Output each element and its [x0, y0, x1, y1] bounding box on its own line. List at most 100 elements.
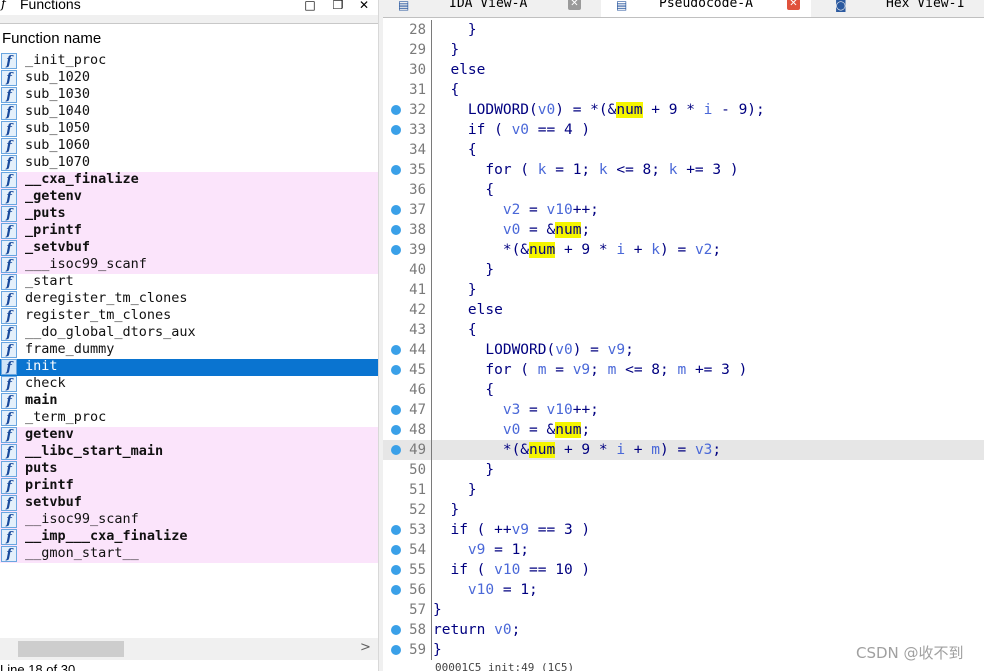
code-line[interactable]: 41 } — [383, 280, 984, 300]
function-list-item[interactable]: f _setvbuf — [0, 239, 378, 257]
code-line[interactable]: 45 for ( m = v9; m <= 8; m += 3 ) — [383, 360, 984, 380]
horizontal-scrollbar[interactable]: > — [0, 638, 378, 660]
function-list-item[interactable]: f ___isoc99_scanf — [0, 256, 378, 274]
code-line[interactable]: 54 v9 = 1; — [383, 540, 984, 560]
function-list-item[interactable]: f _puts — [0, 205, 378, 223]
restore-icon[interactable]: ❐ — [330, 0, 346, 12]
function-list-item[interactable]: f register_tm_clones — [0, 307, 378, 325]
code-line[interactable]: 50 } — [383, 460, 984, 480]
breakpoint-dot-icon[interactable] — [391, 625, 401, 635]
code-line[interactable]: 51 } — [383, 480, 984, 500]
function-list-item[interactable]: f frame_dummy — [0, 341, 378, 359]
close-icon[interactable]: ✕ — [356, 0, 372, 12]
code-line[interactable]: 28 } — [383, 20, 984, 40]
code-line[interactable]: 40 } — [383, 260, 984, 280]
function-list-item[interactable]: f sub_1040 — [0, 103, 378, 121]
function-list-item[interactable]: f _start — [0, 273, 378, 291]
code-line[interactable]: 48 v0 = &num; — [383, 420, 984, 440]
tab-ida-view-a[interactable]: ▤ IDA View-A ✕ — [383, 0, 581, 17]
close-icon[interactable]: ✕ — [568, 0, 581, 10]
function-list-item[interactable]: f __isoc99_scanf — [0, 511, 378, 529]
function-list-item[interactable]: f sub_1050 — [0, 120, 378, 138]
function-name-column-header[interactable]: Function name — [0, 28, 378, 50]
code-line[interactable]: 47 v3 = v10++; — [383, 400, 984, 420]
line-number: 54 — [409, 542, 426, 558]
code-line[interactable]: 35 for ( k = 1; k <= 8; k += 3 ) — [383, 160, 984, 180]
breakpoint-dot-icon[interactable] — [391, 245, 401, 255]
function-list-item[interactable]: f __do_global_dtors_aux — [0, 324, 378, 342]
code-line[interactable]: 43 { — [383, 320, 984, 340]
code-text: LODWORD(v0) = v9; — [433, 342, 634, 358]
function-list-item[interactable]: f _printf — [0, 222, 378, 240]
tab-hex-view-1[interactable]: ◙ Hex View-1 — [823, 0, 984, 17]
function-list-item[interactable]: f check — [0, 375, 378, 393]
function-icon: f — [1, 274, 17, 290]
scrollbar-thumb[interactable] — [18, 641, 124, 657]
function-list-item[interactable]: f printf — [0, 477, 378, 495]
pseudocode-listing[interactable]: 28 } 29 } 30 else 31 {32 LODWORD(v0) = *(&n… — [383, 20, 984, 660]
breakpoint-dot-icon[interactable] — [391, 525, 401, 535]
breakpoint-dot-icon[interactable] — [391, 585, 401, 595]
function-icon: f — [1, 0, 6, 12]
function-list-item[interactable]: f deregister_tm_clones — [0, 290, 378, 308]
function-list-item[interactable]: f sub_1030 — [0, 86, 378, 104]
function-list-item[interactable]: f __libc_start_main — [0, 443, 378, 461]
breakpoint-dot-icon[interactable] — [391, 425, 401, 435]
code-text: v10 = 1; — [467, 582, 538, 598]
function-list-item[interactable]: f _init_proc — [0, 52, 378, 70]
maximize-icon[interactable]: □ — [302, 0, 318, 12]
code-line[interactable]: 34 { — [383, 140, 984, 160]
code-text: { — [433, 142, 477, 158]
breakpoint-dot-icon[interactable] — [391, 405, 401, 415]
breakpoint-dot-icon[interactable] — [391, 645, 401, 655]
code-line[interactable]: 57} — [383, 600, 984, 620]
breakpoint-dot-icon[interactable] — [391, 165, 401, 175]
function-list-item[interactable]: f sub_1060 — [0, 137, 378, 155]
code-line[interactable]: 29 } — [383, 40, 984, 60]
code-line[interactable]: 36 { — [383, 180, 984, 200]
function-list-item[interactable]: f puts — [0, 460, 378, 478]
code-line[interactable]: 33 if ( v0 == 4 ) — [383, 120, 984, 140]
code-line[interactable]: 52 } — [383, 500, 984, 520]
function-list-item[interactable]: f sub_1020 — [0, 69, 378, 87]
function-name: register_tm_clones — [25, 307, 172, 323]
function-list-item[interactable]: f init — [0, 358, 378, 376]
code-line[interactable]: 55 if ( v10 == 10 ) — [383, 560, 984, 580]
breakpoint-dot-icon[interactable] — [391, 545, 401, 555]
function-name: _printf — [25, 222, 82, 238]
code-line[interactable]: 46 { — [383, 380, 984, 400]
code-line[interactable]: 30 else — [383, 60, 984, 80]
code-line[interactable]: 56 v10 = 1; — [383, 580, 984, 600]
breakpoint-dot-icon[interactable] — [391, 225, 401, 235]
function-list-item[interactable]: f _getenv — [0, 188, 378, 206]
code-line[interactable]: 42 else — [383, 300, 984, 320]
code-line[interactable]: 58 return v0; — [383, 620, 984, 640]
function-list-item[interactable]: f sub_1070 — [0, 154, 378, 172]
code-line[interactable]: 37 v2 = v10++; — [383, 200, 984, 220]
breakpoint-dot-icon[interactable] — [391, 345, 401, 355]
breakpoint-dot-icon[interactable] — [391, 565, 401, 575]
breakpoint-dot-icon[interactable] — [391, 125, 401, 135]
tab-pseudocode-a[interactable]: ▤ Pseudocode-A ✕ — [601, 0, 811, 17]
code-line[interactable]: 32 LODWORD(v0) = *(&num + 9 * i - 9); — [383, 100, 984, 120]
function-list-item[interactable]: f main — [0, 392, 378, 410]
breakpoint-dot-icon[interactable] — [391, 365, 401, 375]
breakpoint-dot-icon[interactable] — [391, 105, 401, 115]
scroll-right-arrow-icon[interactable]: > — [360, 640, 371, 655]
function-list-item[interactable]: f getenv — [0, 426, 378, 444]
code-line[interactable]: 44 LODWORD(v0) = v9; — [383, 340, 984, 360]
function-list-item[interactable]: f setvbuf — [0, 494, 378, 512]
code-line[interactable]: 31 { — [383, 80, 984, 100]
line-number: 59 — [409, 642, 426, 658]
code-line[interactable]: 39 *(&num + 9 * i + k) = v2; — [383, 240, 984, 260]
code-line[interactable]: 53 if ( ++v9 == 3 ) — [383, 520, 984, 540]
code-line[interactable]: 49 *(&num + 9 * i + m) = v3; — [383, 440, 984, 460]
breakpoint-dot-icon[interactable] — [391, 205, 401, 215]
function-list-item[interactable]: f __cxa_finalize — [0, 171, 378, 189]
function-list-item[interactable]: f __gmon_start__ — [0, 545, 378, 563]
function-list-item[interactable]: f _term_proc — [0, 409, 378, 427]
code-line[interactable]: 38 v0 = &num; — [383, 220, 984, 240]
close-icon[interactable]: ✕ — [787, 0, 800, 10]
function-list-item[interactable]: f __imp___cxa_finalize — [0, 528, 378, 546]
breakpoint-dot-icon[interactable] — [391, 445, 401, 455]
